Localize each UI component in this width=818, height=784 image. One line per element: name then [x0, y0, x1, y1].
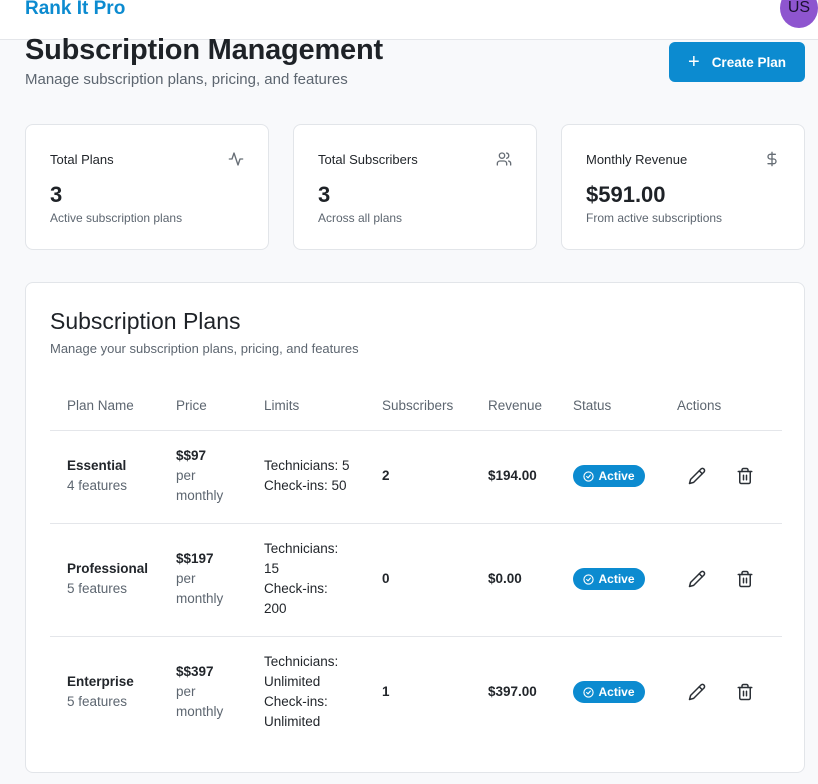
user-avatar[interactable]: US — [780, 0, 818, 28]
column-header-status[interactable]: Status — [573, 398, 611, 413]
plan-revenue: $397.00 — [488, 684, 537, 699]
plan-limit-line: Check-ins: 50 — [264, 478, 347, 493]
edit-icon[interactable] — [688, 467, 706, 485]
plus-icon: + — [688, 51, 700, 73]
plan-limit-line: Check-ins: — [264, 694, 328, 709]
status-badge: Active — [573, 681, 645, 703]
plan-subscribers: 0 — [382, 571, 390, 586]
stat-label: Total Plans — [50, 152, 114, 167]
trash-icon[interactable] — [736, 570, 754, 588]
column-header-subscribers[interactable]: Subscribers — [382, 398, 453, 413]
subscription-plans-card: Subscription Plans Manage your subscript… — [25, 282, 805, 773]
check-circle-icon — [583, 470, 595, 482]
stat-label: Monthly Revenue — [586, 152, 688, 167]
check-circle-icon — [583, 686, 595, 698]
plan-limit-line: Technicians: — [264, 541, 339, 556]
column-header-actions: Actions — [677, 398, 722, 413]
dollar-icon — [767, 151, 777, 167]
stat-card-total-subscribers: Total Subscribers 3 Across all plans — [293, 124, 537, 250]
stat-value: 3 — [318, 182, 331, 207]
check-circle-icon — [583, 573, 595, 585]
divider — [50, 636, 782, 637]
page-subtitle: Manage subscription plans, pricing, and … — [25, 71, 348, 88]
column-header-price[interactable]: Price — [176, 398, 207, 413]
plan-price-per: per — [176, 684, 196, 699]
section-title: Subscription Plans — [50, 308, 241, 334]
plan-price: $$97 — [176, 448, 207, 463]
column-header-limits[interactable]: Limits — [264, 398, 299, 413]
plan-limit-line: Unlimited — [264, 714, 321, 729]
plan-period: monthly — [176, 591, 224, 606]
create-plan-label: Create Plan — [711, 54, 786, 70]
section-subtitle: Manage your subscription plans, pricing,… — [50, 341, 359, 356]
stat-card-monthly-revenue: Monthly Revenue $591.00 From active subs… — [561, 124, 805, 250]
plan-name: Enterprise — [67, 674, 134, 689]
trash-icon[interactable] — [736, 683, 754, 701]
plan-subscribers: 1 — [382, 684, 390, 699]
status-label: Active — [598, 685, 635, 699]
stat-description: Across all plans — [318, 211, 403, 225]
users-icon — [496, 152, 512, 166]
stat-value: 3 — [50, 182, 63, 207]
brand-logo[interactable]: Rank It Pro — [25, 0, 125, 20]
plan-period: monthly — [176, 704, 224, 719]
divider — [50, 430, 782, 431]
plan-limit-line: Check-ins: — [264, 581, 328, 596]
plan-name: Professional — [67, 561, 149, 576]
plan-name: Essential — [67, 458, 127, 473]
divider — [50, 523, 782, 524]
stat-value: $591.00 — [586, 182, 666, 207]
stat-description: Active subscription plans — [50, 211, 183, 225]
activity-icon — [228, 152, 244, 166]
plan-price: $$397 — [176, 664, 214, 679]
edit-icon[interactable] — [688, 570, 706, 588]
plan-revenue: $0.00 — [488, 571, 522, 586]
plan-subscribers: 2 — [382, 468, 390, 483]
plan-limit-line: 200 — [264, 601, 287, 616]
status-label: Active — [598, 469, 635, 483]
column-header-revenue[interactable]: Revenue — [488, 398, 542, 413]
plan-price: $$197 — [176, 551, 214, 566]
plan-period: monthly — [176, 488, 224, 503]
page-title: Subscription Management — [25, 34, 383, 66]
create-plan-button[interactable]: + Create Plan — [669, 42, 805, 82]
plan-limit-line: Technicians: — [264, 654, 339, 669]
plan-price-per: per — [176, 571, 196, 586]
plan-limit-line: Unlimited — [264, 674, 321, 689]
stat-card-total-plans: Total Plans 3 Active subscription plans — [25, 124, 269, 250]
status-badge: Active — [573, 465, 645, 487]
plan-limit-line: Technicians: 5 — [264, 458, 350, 473]
plan-features: 5 features — [67, 694, 128, 709]
plan-limit-line: 15 — [264, 561, 280, 576]
stat-label: Total Subscribers — [318, 152, 418, 167]
plan-features: 5 features — [67, 581, 128, 596]
stat-description: From active subscriptions — [586, 211, 723, 225]
column-header-plan-name[interactable]: Plan Name — [67, 398, 134, 413]
status-label: Active — [598, 572, 635, 586]
status-badge: Active — [573, 568, 645, 590]
plan-features: 4 features — [67, 478, 128, 493]
plan-revenue: $194.00 — [488, 468, 537, 483]
trash-icon[interactable] — [736, 467, 754, 485]
plan-price-per: per — [176, 468, 196, 483]
edit-icon[interactable] — [688, 683, 706, 701]
